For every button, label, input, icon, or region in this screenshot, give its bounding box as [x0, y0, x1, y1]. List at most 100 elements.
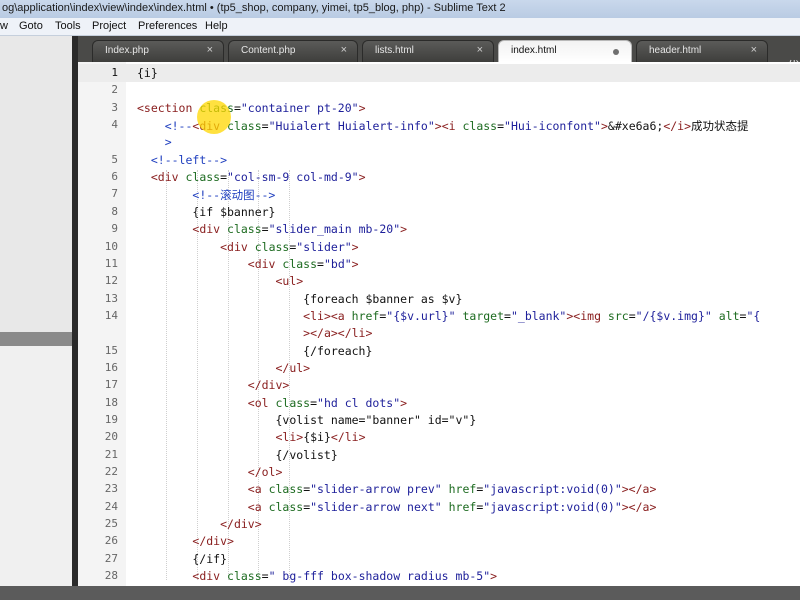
menu-item-project[interactable]: Project: [92, 20, 126, 32]
tab-index-php[interactable]: Index.php ×: [92, 40, 224, 62]
code-token: "container pt-20": [240, 100, 359, 115]
line-number: 24: [104, 499, 118, 513]
code-token: </li>: [330, 430, 366, 445]
code-line[interactable]: {/if}: [137, 552, 227, 566]
code-token: {/foreach}: [137, 343, 373, 358]
code-line[interactable]: <!--left-->: [137, 153, 227, 167]
code-line[interactable]: <a class="slider-arrow prev" href="javas…: [137, 482, 657, 497]
code-line[interactable]: </ol>: [137, 465, 283, 479]
unsaved-dot-icon[interactable]: [613, 49, 619, 55]
code-line[interactable]: <div class="slider_main mb-20">: [137, 222, 407, 236]
code-token: "{: [746, 308, 761, 323]
code-line[interactable]: {volist name="banner" id="v"}: [137, 413, 476, 427]
line-number: 27: [104, 551, 118, 565]
tab-content-php[interactable]: Content.php ×: [228, 40, 358, 62]
code-line[interactable]: <!--滚动图-->: [137, 187, 275, 203]
tab-label: Content.php: [241, 45, 296, 56]
menu-item-goto[interactable]: Goto: [19, 20, 43, 32]
code-line[interactable]: <a class="slider-arrow next" href="javas…: [137, 499, 657, 514]
menu-item-help[interactable]: Help: [205, 20, 228, 32]
code-token: >: [358, 100, 366, 115]
code-token: <li>: [303, 308, 331, 323]
tab-lists-html[interactable]: lists.html ×: [362, 40, 494, 62]
code-token: 成功状态提: [691, 119, 749, 134]
close-icon[interactable]: ×: [751, 44, 757, 56]
code-line[interactable]: {/volist}: [137, 448, 337, 462]
tab-label: header.html: [649, 45, 702, 56]
title-bar: og\application\index\view\index\index.ht…: [0, 0, 800, 19]
code-line[interactable]: {if $banner}: [137, 205, 275, 219]
line-number: 5: [111, 152, 118, 166]
code-line[interactable]: {foreach $banner as $v}: [137, 292, 462, 306]
tab-header-html[interactable]: header.html ×: [636, 40, 768, 62]
code-token: "{$v.url}": [386, 308, 456, 323]
close-icon[interactable]: ×: [341, 44, 347, 56]
code-token: =: [233, 100, 241, 115]
code-token: <a: [247, 482, 269, 497]
code-token: >: [164, 135, 172, 150]
code-line[interactable]: </ul>: [137, 361, 310, 375]
code-token: href: [448, 482, 477, 497]
close-icon[interactable]: ×: [477, 44, 483, 56]
code-line[interactable]: </div>: [137, 378, 290, 392]
menu-item-preferences[interactable]: Preferences: [138, 20, 197, 32]
code-line[interactable]: >: [137, 135, 172, 149]
code-line[interactable]: <ol class="hd cl dots">: [137, 396, 407, 410]
code-line[interactable]: <div class=" bg-fff box-shadow radius mb…: [137, 569, 497, 583]
code-line[interactable]: </div>: [137, 517, 262, 531]
code-token: >: [400, 395, 408, 410]
tab-label: lists.html: [375, 45, 414, 56]
code-line[interactable]: {i}: [137, 66, 158, 80]
code-token: href: [448, 499, 477, 514]
line-number: 22: [104, 465, 118, 479]
code-token: class: [282, 256, 318, 271]
line-number: 1: [111, 66, 118, 79]
line-number: 17: [104, 378, 118, 392]
menu-item-view[interactable]: w: [0, 20, 8, 32]
code-token: "javascript:void(0)": [483, 482, 622, 497]
code-token: <img: [573, 308, 608, 323]
code-token: <!--滚动图-->: [192, 188, 276, 203]
code-line[interactable]: <div class="slider">: [137, 240, 359, 254]
close-icon[interactable]: ×: [207, 44, 213, 56]
code-token: ></a></li>: [303, 326, 373, 341]
code-line[interactable]: <li><a href="{$v.url}" target="_blank"><…: [137, 309, 760, 323]
code-token: "slider-arrow next": [310, 499, 442, 514]
code-line[interactable]: ></a></li>: [137, 326, 372, 340]
code-token: &#xe6a6;: [607, 119, 664, 134]
code-line[interactable]: {/foreach}: [137, 344, 372, 358]
line-number: 16: [104, 360, 118, 374]
code-token: "Hui-iconfont": [504, 119, 601, 134]
code-token: >: [434, 119, 442, 134]
code-line[interactable]: <li>{$i}</li>: [137, 430, 366, 445]
code-token: <ol: [247, 395, 276, 410]
code-token: {$i}: [303, 430, 331, 445]
tab-index-html[interactable]: index.html: [498, 40, 632, 62]
code-line[interactable]: <ul>: [137, 274, 303, 288]
code-line[interactable]: <div class="col-sm-9 col-md-9">: [137, 170, 366, 184]
code-token: >: [490, 569, 498, 584]
code-token: =: [261, 222, 269, 237]
code-line[interactable]: </div>: [137, 534, 234, 548]
code-line[interactable]: <div class="bd">: [137, 257, 359, 271]
code-token: alt: [718, 308, 740, 323]
code-token: <div: [192, 569, 228, 584]
line-number: 19: [104, 413, 118, 426]
code-token: =: [628, 308, 636, 323]
code-line[interactable]: <section class="container pt-20">: [137, 101, 366, 115]
code-token: "Huialert Huialert-info": [268, 119, 435, 134]
code-token: >: [400, 222, 408, 237]
code-token: =: [220, 170, 228, 185]
line-number: 10: [104, 239, 118, 253]
code-token: <section: [137, 100, 200, 115]
code-token: class: [275, 395, 311, 410]
menu-item-tools[interactable]: Tools: [55, 20, 81, 32]
sidebar-splitter[interactable]: [0, 332, 72, 346]
code-token: class: [227, 569, 262, 584]
line-number: 12: [104, 274, 118, 288]
code-token: =: [261, 569, 269, 584]
